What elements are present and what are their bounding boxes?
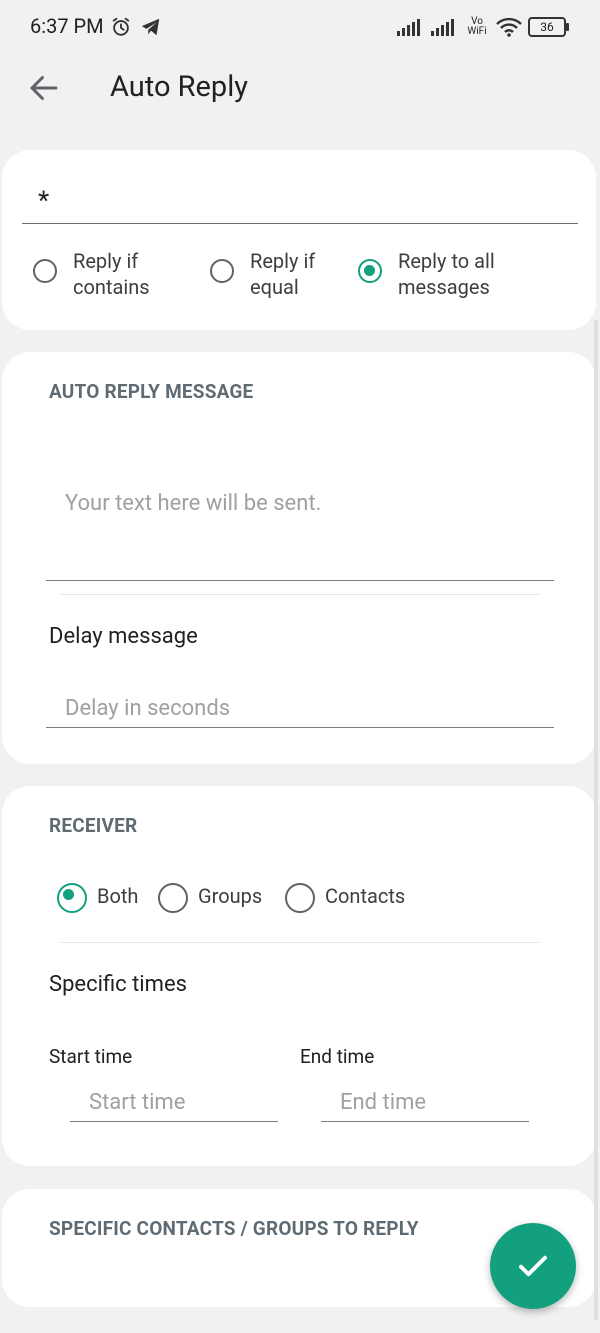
signal-icon [397,19,420,36]
keyword-card [2,150,596,330]
section-title-specific-contacts: SPECIFIC CONTACTS / GROUPS TO REPLY [49,1217,419,1240]
radio-label: contains [73,275,150,299]
start-time-label: Start time [49,1045,133,1068]
start-time-input[interactable]: Start time [89,1090,274,1115]
end-time-label: End time [300,1045,375,1068]
status-left-icons [110,14,162,40]
telegram-icon [141,18,160,36]
arrow-left-icon [30,76,58,100]
keyword-underline [22,223,578,224]
message-underline [46,580,554,581]
status-bar: 6:37 PM Vo WiFi 36 [0,0,600,56]
section-title-auto-reply-message: AUTO REPLY MESSAGE [49,380,254,403]
radio-reply-if-contains[interactable]: Reply if contains [33,248,183,302]
message-input[interactable]: Your text here will be sent. [65,491,545,516]
radio-label: Contacts [325,884,406,908]
check-icon [519,1255,547,1277]
radio-both[interactable]: Both [57,880,152,913]
wifi-icon [496,17,522,37]
radio-contacts[interactable]: Contacts [285,880,425,913]
radio-button [285,883,315,913]
divider [60,594,540,595]
radio-button [33,259,57,283]
save-fab-button[interactable] [490,1223,576,1309]
radio-label: Groups [198,884,263,908]
status-right-icons: Vo WiFi 36 [396,14,569,40]
end-time-underline [321,1121,529,1122]
vowifi-label: Vo WiFi [467,16,487,37]
start-time-underline [70,1121,278,1122]
delay-input[interactable]: Delay in seconds [65,696,545,721]
radio-button [210,259,234,283]
radio-label: Reply to all [398,249,495,273]
radio-button [158,883,188,913]
page-title: Auto Reply [110,70,248,104]
divider [60,942,540,943]
radio-groups[interactable]: Groups [158,880,278,913]
radio-label: Reply if [73,249,139,273]
specific-times-label: Specific times [49,972,187,997]
signal-icon [431,19,454,36]
delay-message-label: Delay message [49,624,198,649]
radio-reply-to-all[interactable]: Reply to all messages [358,248,528,302]
radio-label: Reply if [250,249,316,273]
back-button[interactable] [26,70,62,106]
radio-button-selected [358,259,382,283]
section-title-receiver: RECEIVER [49,814,138,837]
alarm-icon [112,17,130,36]
battery-icon: 36 [528,17,569,37]
radio-label: messages [398,275,490,299]
radio-label: Both [97,884,139,908]
end-time-input[interactable]: End time [340,1090,525,1115]
delay-underline [46,727,554,728]
keyword-input[interactable]: * [38,186,49,216]
radio-reply-if-equal[interactable]: Reply if equal [210,248,340,302]
status-time: 6:37 PM [30,14,104,38]
radio-label: equal [250,275,299,299]
scrollbar[interactable] [594,320,598,1320]
radio-button-selected [57,883,87,913]
